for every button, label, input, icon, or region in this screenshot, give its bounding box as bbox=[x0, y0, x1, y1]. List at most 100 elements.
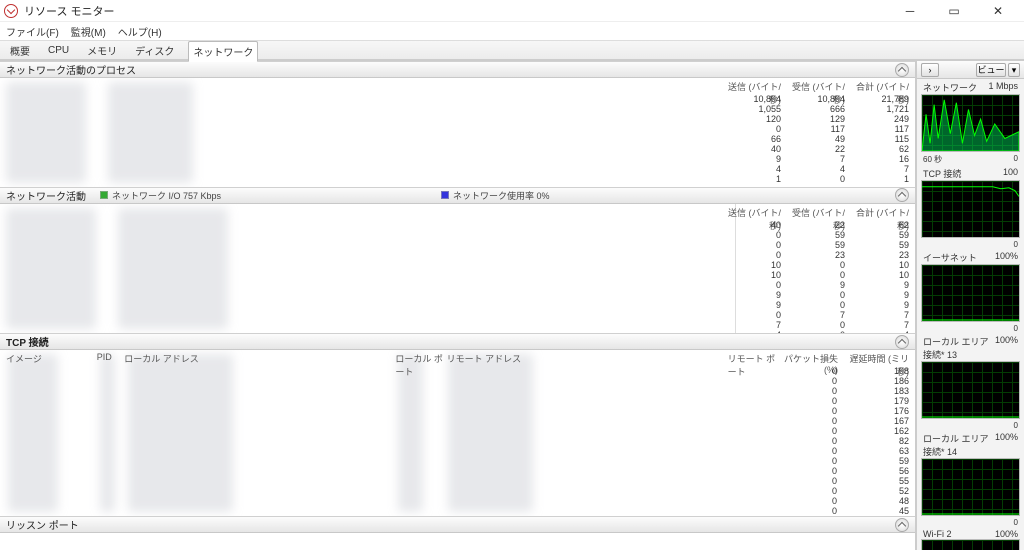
table-row[interactable]: 059 bbox=[781, 456, 909, 466]
col-pid[interactable]: PID bbox=[97, 352, 125, 378]
section-header-activity[interactable]: ネットワーク活動 ネットワーク I/O 757 Kbps ネットワーク使用率 0… bbox=[0, 187, 915, 204]
table-row[interactable]: 0198 bbox=[781, 366, 909, 376]
collapse-button[interactable]: › bbox=[921, 63, 939, 77]
chevron-icon[interactable] bbox=[895, 63, 909, 77]
panel-tcp: イメージ PID ローカル アドレス ローカル ポート リモート アドレス リモ… bbox=[0, 350, 915, 516]
side-toolbar: › ビュー ▾ bbox=[917, 61, 1024, 79]
graph bbox=[921, 180, 1020, 238]
tab-network[interactable]: ネットワーク bbox=[188, 41, 258, 62]
col-image[interactable]: イメージ bbox=[6, 352, 97, 378]
table-row[interactable]: 052 bbox=[781, 486, 909, 496]
section-header-tcp[interactable]: TCP 接続 bbox=[0, 333, 915, 350]
side-graphs: ネットワーク1 Mbps60 秒0TCP 接続1000イーサネット100%0ロー… bbox=[917, 79, 1024, 550]
close-button[interactable]: ✕ bbox=[984, 1, 1012, 21]
chevron-icon[interactable] bbox=[895, 335, 909, 349]
blurred-content bbox=[6, 208, 96, 329]
tab-memory[interactable]: メモリ bbox=[83, 41, 121, 60]
table-row[interactable]: 10010 bbox=[719, 260, 909, 270]
section-header-processes[interactable]: ネットワーク活動のプロセス bbox=[0, 61, 915, 78]
table-row[interactable]: 1,0556661,721 bbox=[719, 104, 909, 114]
tcp-column-headers: イメージ PID ローカル アドレス ローカル ポート リモート アドレス リモ… bbox=[6, 352, 909, 378]
tcp-rows: 0198018601830179017601670162082063059056… bbox=[781, 366, 909, 516]
table-row[interactable]: 048 bbox=[781, 496, 909, 506]
blurred-content bbox=[6, 82, 86, 183]
maximize-button[interactable]: ▭ bbox=[940, 1, 968, 21]
table-row[interactable]: 05959 bbox=[719, 230, 909, 240]
table-row[interactable]: 045 bbox=[781, 506, 909, 516]
app-icon bbox=[4, 4, 18, 18]
table-row[interactable]: 10010 bbox=[719, 270, 909, 280]
menu-monitor[interactable]: 監視(M) bbox=[71, 24, 106, 39]
menu-help[interactable]: ヘルプ(H) bbox=[118, 24, 162, 39]
table-row[interactable]: 05959 bbox=[719, 240, 909, 250]
chevron-icon[interactable] bbox=[895, 188, 909, 202]
square-green-icon bbox=[100, 191, 108, 199]
blurred-content bbox=[118, 208, 228, 329]
graph-footer: 0 bbox=[921, 421, 1020, 432]
table-row[interactable]: 101 bbox=[719, 174, 909, 184]
table-row[interactable]: 6649115 bbox=[719, 134, 909, 144]
table-row[interactable]: 404 bbox=[719, 330, 909, 333]
table-row[interactable]: 9716 bbox=[719, 154, 909, 164]
tab-disk[interactable]: ディスク bbox=[131, 41, 178, 60]
panel-listen bbox=[0, 533, 915, 550]
graph bbox=[921, 264, 1020, 322]
table-row[interactable]: 0117117 bbox=[719, 124, 909, 134]
menu-file[interactable]: ファイル(F) bbox=[6, 24, 59, 39]
col-lport[interactable]: ローカル ポート bbox=[395, 352, 446, 378]
table-row[interactable]: 0162 bbox=[781, 426, 909, 436]
table-row[interactable]: 099 bbox=[719, 280, 909, 290]
table-row[interactable]: 120129249 bbox=[719, 114, 909, 124]
tab-overview[interactable]: 概要 bbox=[6, 41, 34, 60]
view-dropdown-button[interactable]: ▾ bbox=[1008, 63, 1020, 77]
chip-util: ネットワーク使用率 0% bbox=[441, 189, 550, 202]
graph bbox=[921, 361, 1020, 419]
table-row[interactable]: 02323 bbox=[719, 250, 909, 260]
table-row[interactable]: 0186 bbox=[781, 376, 909, 386]
tab-cpu[interactable]: CPU bbox=[44, 43, 73, 58]
panel-activity: 送信 (バイト/秒) 受信 (バイト/秒) 合計 (バイト/秒) 4022620… bbox=[0, 204, 915, 333]
graph-footer: 60 秒0 bbox=[921, 154, 1020, 167]
minimize-button[interactable]: ─ bbox=[896, 1, 924, 21]
main-column: ネットワーク活動のプロセス 送信 (バイト/秒) 受信 (バイト/秒) 合計 (… bbox=[0, 61, 916, 550]
col-raddr[interactable]: リモート アドレス bbox=[447, 352, 728, 378]
table-row[interactable]: 0167 bbox=[781, 416, 909, 426]
table-row[interactable]: 0183 bbox=[781, 386, 909, 396]
blurred-content bbox=[108, 82, 193, 183]
section-title: ネットワーク活動 bbox=[6, 188, 86, 203]
graph-title: ネットワーク1 Mbps bbox=[921, 81, 1020, 94]
col-rport[interactable]: リモート ポート bbox=[728, 352, 783, 378]
body: ネットワーク活動のプロセス 送信 (バイト/秒) 受信 (バイト/秒) 合計 (… bbox=[0, 60, 1024, 550]
section-title: リッスン ポート bbox=[6, 517, 79, 532]
section-title: ネットワーク活動のプロセス bbox=[6, 62, 136, 77]
titlebar: リソース モニター ─ ▭ ✕ bbox=[0, 0, 1024, 22]
table-row[interactable]: 909 bbox=[719, 290, 909, 300]
section-header-listen[interactable]: リッスン ポート bbox=[0, 516, 915, 533]
table-row[interactable]: 0176 bbox=[781, 406, 909, 416]
view-button[interactable]: ビュー bbox=[976, 63, 1006, 77]
table-row[interactable]: 909 bbox=[719, 300, 909, 310]
graph bbox=[921, 94, 1020, 152]
graph-title: ローカル エリア接続* 13100% bbox=[921, 335, 1020, 361]
graph-title: Wi-Fi 2100% bbox=[921, 529, 1020, 539]
table-row[interactable]: 077 bbox=[719, 310, 909, 320]
graph-title: ローカル エリア接続* 14100% bbox=[921, 432, 1020, 458]
data-rows: 4022620595905959023231001010010099909909… bbox=[719, 220, 909, 333]
table-row[interactable]: 447 bbox=[719, 164, 909, 174]
tabs-bar: 概要 CPU メモリ ディスク ネットワーク bbox=[0, 40, 1024, 60]
table-row[interactable]: 055 bbox=[781, 476, 909, 486]
table-row[interactable]: 402262 bbox=[719, 144, 909, 154]
table-row[interactable]: 10,89410,89421,789 bbox=[719, 94, 909, 104]
table-row[interactable]: 0179 bbox=[781, 396, 909, 406]
chip-io: ネットワーク I/O 757 Kbps bbox=[100, 189, 221, 202]
table-row[interactable]: 402262 bbox=[719, 220, 909, 230]
table-row[interactable]: 082 bbox=[781, 436, 909, 446]
table-row[interactable]: 707 bbox=[719, 320, 909, 330]
col-laddr[interactable]: ローカル アドレス bbox=[124, 352, 395, 378]
table-row[interactable]: 063 bbox=[781, 446, 909, 456]
graph-footer: 0 bbox=[921, 324, 1020, 335]
graph-footer: 0 bbox=[921, 518, 1020, 529]
data-rows: 10,89410,89421,7891,0556661,721120129249… bbox=[719, 94, 909, 184]
chevron-icon[interactable] bbox=[895, 518, 909, 532]
table-row[interactable]: 056 bbox=[781, 466, 909, 476]
